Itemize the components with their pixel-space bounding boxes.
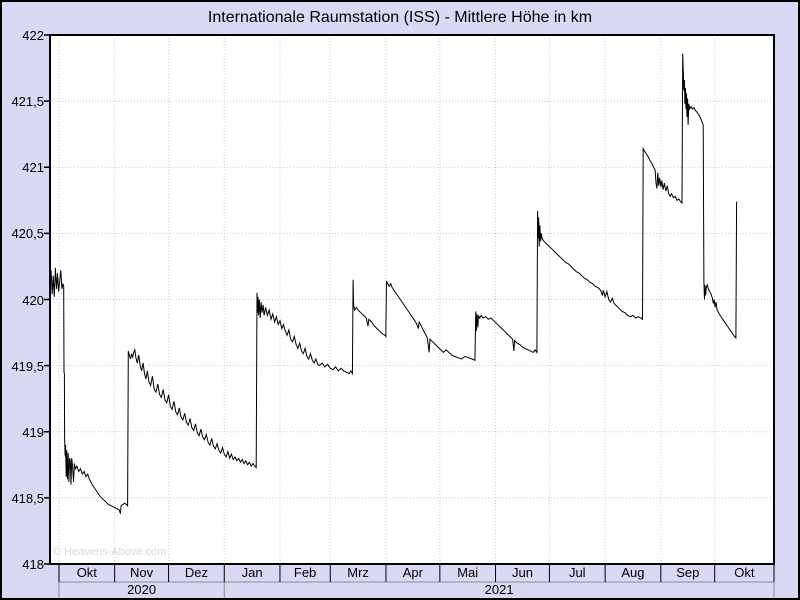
y-axis-label: 418 <box>4 558 44 571</box>
x-axis-month-label: Jan <box>224 564 280 581</box>
x-axis-month-label: Okt <box>59 564 115 581</box>
y-axis-label: 420 <box>4 294 44 307</box>
y-axis-label: 419,5 <box>4 360 44 373</box>
x-axis-month-label: Dez <box>169 564 225 581</box>
watermark: © Heavens-Above.com <box>53 546 166 558</box>
x-axis-month-label: Apr <box>386 564 440 581</box>
altitude-line-chart <box>2 2 800 600</box>
x-axis-month-label: Nov <box>115 564 169 581</box>
x-axis-month-label: Sep <box>661 564 715 581</box>
x-axis-year-label: 2020 <box>59 582 224 598</box>
y-axis-label: 420,5 <box>4 227 44 240</box>
x-axis-month-label: Aug <box>605 564 661 581</box>
y-axis-label: 419 <box>4 426 44 439</box>
y-axis-label: 418,5 <box>4 492 44 505</box>
chart-window: Internationale Raumstation (ISS) - Mittl… <box>0 0 800 600</box>
x-axis-month-label: Jun <box>496 564 550 581</box>
x-axis-month-label: Okt <box>715 564 774 581</box>
x-axis-month-label: Mrz <box>330 564 386 581</box>
x-axis-month-label: Mai <box>440 564 496 581</box>
y-axis-label: 421 <box>4 161 44 174</box>
y-axis-label: 422 <box>4 29 44 42</box>
x-axis-month-label: Feb <box>280 564 330 581</box>
y-axis-label: 421,5 <box>4 95 44 108</box>
x-axis-year-label: 2021 <box>224 582 774 598</box>
x-axis-month-label: Jul <box>549 564 605 581</box>
